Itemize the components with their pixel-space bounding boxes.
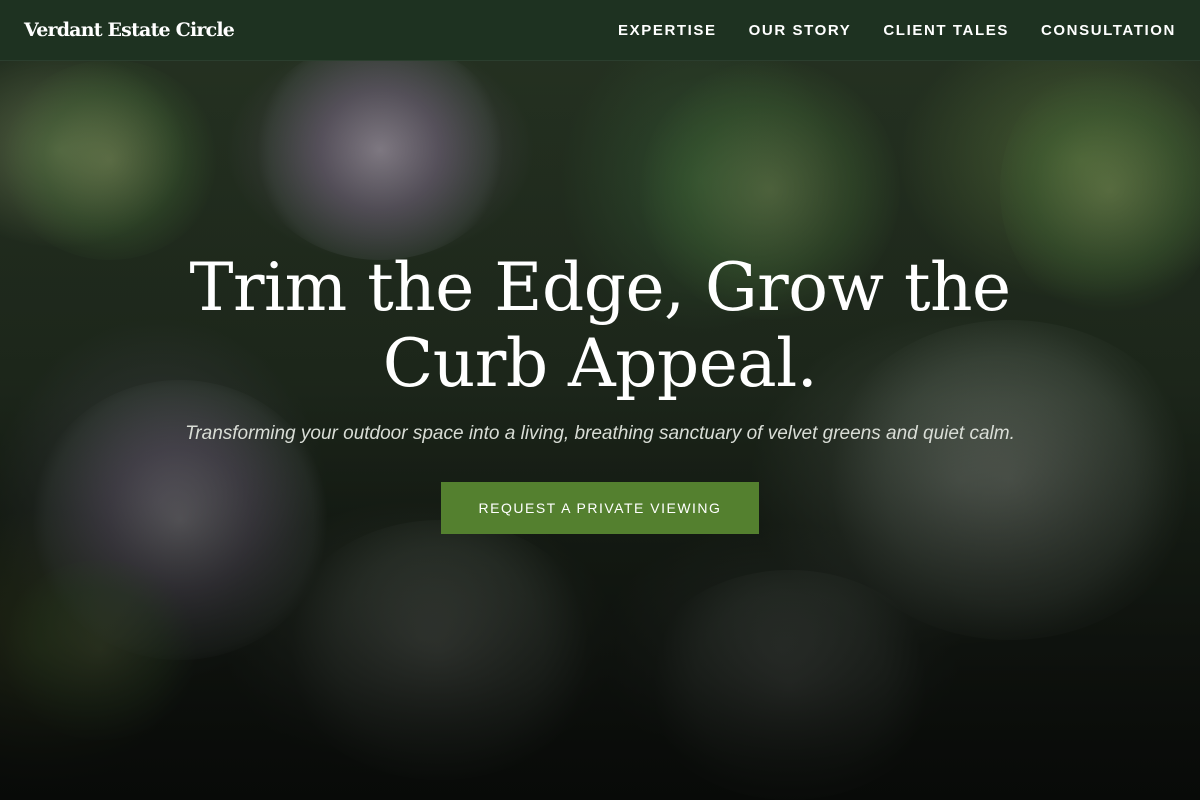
main-nav: EXPERTISE OUR STORY CLIENT TALES CONSULT… <box>618 22 1176 39</box>
hero-subheadline: Transforming your outdoor space into a l… <box>185 423 1015 444</box>
nav-link-our-story[interactable]: OUR STORY <box>749 22 852 39</box>
nav-link-consultation[interactable]: CONSULTATION <box>1041 22 1176 39</box>
brand-logo[interactable]: Verdant Estate Circle <box>24 19 235 41</box>
hero-content: Trim the Edge, Grow the Curb Appeal. Tra… <box>0 250 1200 534</box>
hero-headline: Trim the Edge, Grow the Curb Appeal. <box>189 249 1011 402</box>
nav-link-client-tales[interactable]: CLIENT TALES <box>883 22 1009 39</box>
site-header: Verdant Estate Circle EXPERTISE OUR STOR… <box>0 0 1200 61</box>
request-viewing-button[interactable]: REQUEST A PRIVATE VIEWING <box>441 482 759 534</box>
nav-link-expertise[interactable]: EXPERTISE <box>618 22 717 39</box>
